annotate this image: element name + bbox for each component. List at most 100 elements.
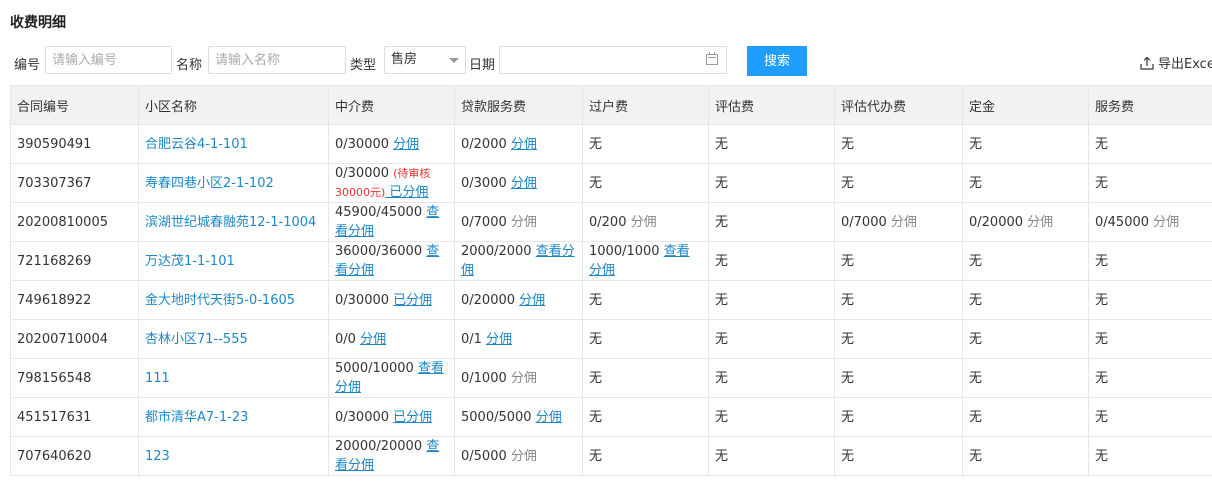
type-select-value: 售房 <box>391 52 418 67</box>
table-body: 390590491 合肥云谷4-1-101 0/30000 分佣 0/2000 分佣无… <box>10 124 1212 476</box>
id-label: 编号 <box>14 58 41 73</box>
fee-cell: 无 <box>708 163 835 203</box>
fee-cell: 无 <box>962 163 1089 203</box>
fee-value: 无 <box>589 292 603 308</box>
commission-link[interactable]: 分佣 <box>511 137 537 152</box>
search-button[interactable]: 搜索 <box>747 46 807 76</box>
fee-value: 无 <box>969 409 983 425</box>
table-row: 703307367 寿春四巷小区2-1-102 0/30000 (待审核30000元… <box>10 163 1212 203</box>
community-link[interactable]: 123 <box>145 449 170 464</box>
community-cell: 合肥云谷4-1-101 <box>138 124 329 164</box>
type-label: 类型 <box>350 58 377 73</box>
fee-cell: 0/200 分佣 <box>582 202 709 242</box>
id-input[interactable] <box>45 46 172 74</box>
fee-cell: 无 <box>1088 241 1212 281</box>
fee-value: 无 <box>841 448 855 464</box>
fee-value: 无 <box>715 175 729 191</box>
fee-value: 无 <box>841 409 855 425</box>
commission-label: 分佣 <box>510 214 537 230</box>
fee-cell: 0/5000 分佣 <box>454 436 583 476</box>
fee-cell: 无 <box>834 397 963 437</box>
fee-value: 1000/1000 <box>589 244 664 259</box>
contract-number: 20200710004 <box>10 319 139 359</box>
community-cell: 123 <box>138 436 329 476</box>
export-label: 导出Excel <box>1158 57 1212 72</box>
commission-link[interactable]: 分佣 <box>486 332 512 347</box>
fee-value: 无 <box>969 448 983 464</box>
fee-cell: 5000/5000 分佣 <box>454 397 583 437</box>
community-link[interactable]: 金大地时代天街5-0-1605 <box>145 293 295 308</box>
fee-cell: 无 <box>708 319 835 359</box>
fee-cell: 无 <box>834 163 963 203</box>
calendar-icon <box>706 52 718 65</box>
community-link[interactable]: 合肥云谷4-1-101 <box>145 137 248 152</box>
fee-cell: 20000/20000 查看分佣 <box>328 436 455 476</box>
fee-cell: 无 <box>1088 163 1212 203</box>
table-row: 20200710004 杏林小区71--555 0/0 分佣 0/1 分佣无无无无无 <box>10 319 1212 359</box>
community-link[interactable]: 寿春四巷小区2-1-102 <box>145 176 274 191</box>
column-header: 中介费 <box>328 85 455 125</box>
filter-bar: 编号 名称 类型 售房 日期 搜索 导出Excel <box>0 46 1212 76</box>
column-header: 合同编号 <box>10 85 139 125</box>
fee-cell: 无 <box>708 358 835 398</box>
fee-value: 0/7000 <box>461 214 511 230</box>
fee-value: 无 <box>969 175 983 191</box>
fee-value: 无 <box>715 214 729 230</box>
commission-link[interactable]: 分佣 <box>393 137 419 152</box>
fee-cell: 无 <box>834 241 963 281</box>
fee-value: 无 <box>841 292 855 308</box>
fee-cell: 0/7000 分佣 <box>834 202 963 242</box>
fee-value: 无 <box>1095 409 1109 425</box>
table-row: 749618922 金大地时代天街5-0-1605 0/30000 已分佣 0/200… <box>10 280 1212 320</box>
commission-link[interactable]: 分佣 <box>360 332 386 347</box>
community-link[interactable]: 滨湖世纪城春融苑12-1-1004 <box>145 215 316 230</box>
fee-value: 无 <box>715 292 729 308</box>
commission-label: 分佣 <box>510 448 537 464</box>
community-link[interactable]: 万达茂1-1-101 <box>145 254 235 269</box>
community-link[interactable]: 都市清华A7-1-23 <box>145 410 248 425</box>
fee-value: 0/200 <box>589 214 631 230</box>
fee-value: 0/20000 <box>969 214 1028 230</box>
community-link[interactable]: 杏林小区71--555 <box>145 332 248 347</box>
fee-cell: 0/20000 分佣 <box>962 202 1089 242</box>
community-link[interactable]: 111 <box>145 371 170 386</box>
date-input[interactable] <box>499 46 727 74</box>
fee-value: 无 <box>589 331 603 347</box>
fee-value: 无 <box>969 292 983 308</box>
table-row: 721168269 万达茂1-1-101 36000/36000 查看分佣 2000/… <box>10 241 1212 281</box>
fee-cell: 无 <box>962 358 1089 398</box>
commission-label: 分佣 <box>510 370 537 386</box>
commission-link[interactable]: 已分佣 <box>385 185 428 200</box>
name-label: 名称 <box>176 58 203 73</box>
commission-link[interactable]: 分佣 <box>536 410 562 425</box>
commission-link[interactable]: 已分佣 <box>393 293 432 308</box>
fee-value: 0/5000 <box>461 448 511 464</box>
export-excel-button[interactable]: 导出Excel <box>1140 53 1212 72</box>
commission-label: 分佣 <box>890 214 917 230</box>
name-input[interactable] <box>208 46 346 74</box>
chevron-down-icon <box>449 58 459 63</box>
fee-value: 无 <box>841 136 855 152</box>
fee-cell: 无 <box>962 124 1089 164</box>
table-header-row: 合同编号 小区名称 中介费 贷款服务费 过户费 评估费 评估代办费 定金 服务费 <box>10 85 1212 125</box>
fee-cell: 0/45000 分佣 <box>1088 202 1212 242</box>
fee-value: 无 <box>715 253 729 269</box>
fee-value: 无 <box>1095 253 1109 269</box>
fee-value: 0/1 <box>461 331 487 347</box>
type-select[interactable]: 售房 <box>384 46 466 74</box>
commission-link[interactable]: 分佣 <box>511 176 537 191</box>
fee-cell: 45900/45000 查看分佣 <box>328 202 455 242</box>
contract-number: 721168269 <box>10 241 139 281</box>
commission-link[interactable]: 已分佣 <box>393 410 432 425</box>
fee-value: 无 <box>715 136 729 152</box>
fee-value: 2000/2000 <box>461 244 536 259</box>
column-header: 过户费 <box>582 85 709 125</box>
community-cell: 杏林小区71--555 <box>138 319 329 359</box>
fee-cell: 无 <box>708 241 835 281</box>
fee-value: 0/20000 <box>461 292 520 308</box>
fee-cell: 0/30000 已分佣 <box>328 280 455 320</box>
commission-link[interactable]: 分佣 <box>519 293 545 308</box>
fee-cell: 无 <box>1088 319 1212 359</box>
fee-cell: 5000/10000 查看分佣 <box>328 358 455 398</box>
fee-cell: 无 <box>962 241 1089 281</box>
